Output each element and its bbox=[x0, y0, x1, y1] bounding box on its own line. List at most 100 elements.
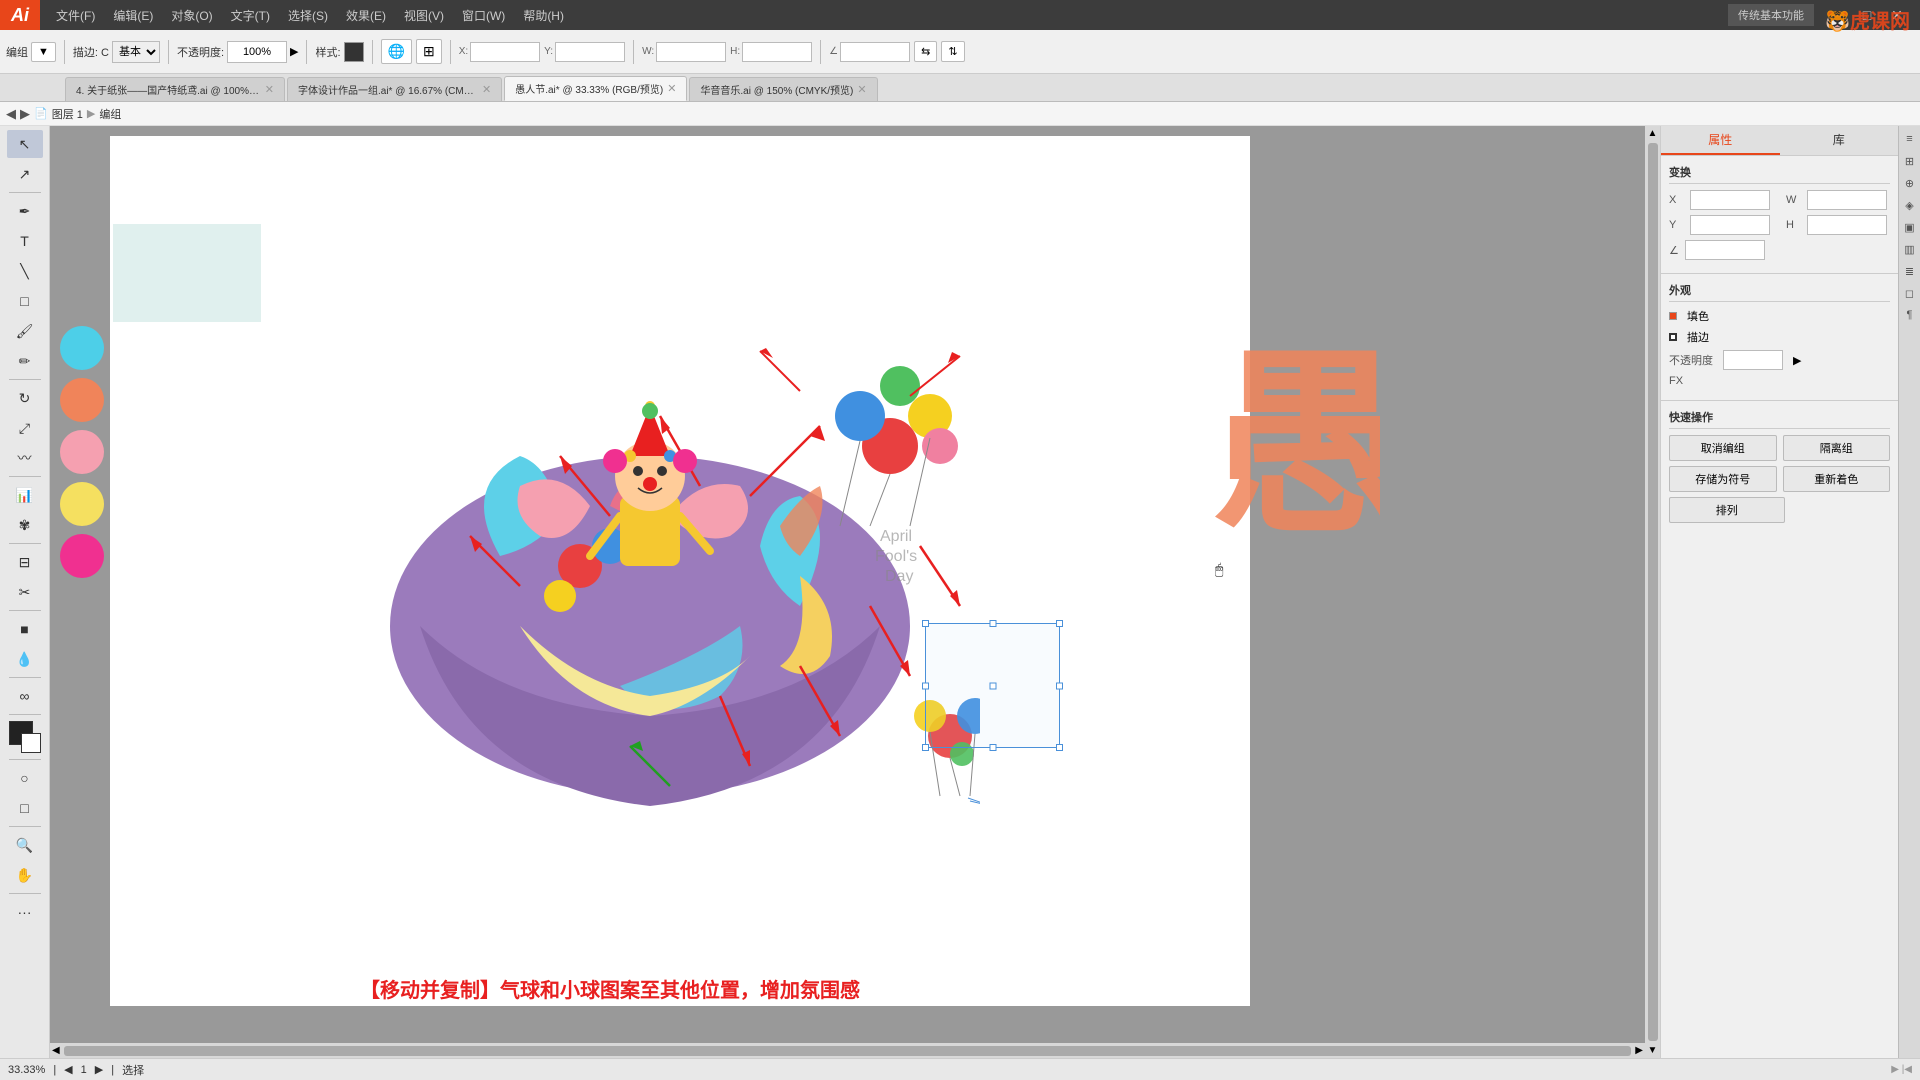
panel-icon-8[interactable]: ◻ bbox=[1901, 284, 1919, 302]
tab-4-close[interactable]: ✕ bbox=[857, 83, 866, 96]
opacity-expand-btn[interactable]: ▶ bbox=[1793, 354, 1801, 367]
tab-1-close[interactable]: ✕ bbox=[265, 83, 274, 96]
menu-edit[interactable]: 编辑(E) bbox=[105, 3, 161, 28]
recolor-btn[interactable]: 重新着色 bbox=[1783, 466, 1891, 492]
angle-group: ∠ 90.54 bbox=[829, 42, 910, 62]
angle-input[interactable]: 90.54 bbox=[840, 42, 910, 62]
menu-view[interactable]: 视图(V) bbox=[396, 3, 452, 28]
graph-tool[interactable]: 📊 bbox=[7, 481, 43, 509]
h-prop-input[interactable]: 126.797 bbox=[1807, 215, 1887, 235]
gradient-tool[interactable]: ■ bbox=[7, 615, 43, 643]
menu-object[interactable]: 对象(O) bbox=[163, 3, 220, 28]
select-tool[interactable]: ↖ bbox=[7, 130, 43, 158]
flip-h-btn[interactable]: ⇆ bbox=[914, 41, 937, 62]
save-symbol-btn[interactable]: 存储为符号 bbox=[1669, 466, 1777, 492]
tab-3-close[interactable]: ✕ bbox=[667, 82, 676, 95]
shape-tool[interactable]: □ bbox=[7, 287, 43, 315]
more-tools-btn[interactable]: ··· bbox=[7, 898, 43, 926]
zoom-tool[interactable]: 🔍 bbox=[7, 831, 43, 859]
y-prop-input[interactable]: 2570.815 bbox=[1690, 215, 1770, 235]
symbol-tool[interactable]: ✾ bbox=[7, 511, 43, 539]
scroll-left-btn[interactable]: ◀ bbox=[50, 1043, 62, 1058]
swatch-cyan[interactable] bbox=[60, 326, 104, 370]
h-scroll-thumb[interactable] bbox=[64, 1046, 1632, 1056]
tab-2[interactable]: 字体设计作品一组.ai* @ 16.67% (CMYK/预览) ✕ bbox=[287, 77, 502, 101]
h-scrollbar[interactable]: ◀ ▶ bbox=[50, 1043, 1645, 1058]
rotate-tool[interactable]: ↻ bbox=[7, 384, 43, 412]
w-input[interactable]: 177.748 bbox=[656, 42, 726, 62]
panel-icon-4[interactable]: ◈ bbox=[1901, 196, 1919, 214]
fill-swatch[interactable] bbox=[1669, 312, 1677, 320]
normal-mode-btn[interactable]: ○ bbox=[7, 764, 43, 792]
stroke-swatch[interactable] bbox=[1669, 333, 1677, 341]
menu-window[interactable]: 窗口(W) bbox=[454, 3, 513, 28]
swatch-orange[interactable] bbox=[60, 378, 104, 422]
panel-icon-6[interactable]: ▥ bbox=[1901, 240, 1919, 258]
tab-2-close[interactable]: ✕ bbox=[482, 83, 491, 96]
artboard-nav-prev[interactable]: ◀ bbox=[64, 1063, 72, 1076]
blend-tool[interactable]: ∞ bbox=[7, 682, 43, 710]
direct-select-tool[interactable]: ↗ bbox=[7, 160, 43, 188]
artboard-tool[interactable]: ⊟ bbox=[7, 548, 43, 576]
panel-icon-3[interactable]: ⊕ bbox=[1901, 174, 1919, 192]
ungroup-btn[interactable]: 取消编组 bbox=[1669, 435, 1777, 461]
w-prop-input[interactable]: 177.748 bbox=[1807, 190, 1887, 210]
nav-forward-btn[interactable]: ▶ bbox=[20, 106, 30, 122]
swatch-pink[interactable] bbox=[60, 430, 104, 474]
properties-tab[interactable]: 属性 bbox=[1661, 126, 1780, 155]
scale-tool[interactable]: ⤢ bbox=[7, 414, 43, 442]
globe-btn[interactable]: 🌐 bbox=[381, 39, 412, 64]
panel-icon-1[interactable]: ≡ bbox=[1901, 130, 1919, 148]
paintbrush-tool[interactable]: 🖌 bbox=[7, 317, 43, 345]
stroke-select[interactable]: 基本 bbox=[112, 41, 160, 63]
swatch-yellow[interactable] bbox=[60, 482, 104, 526]
artboard-nav-next[interactable]: ▶ bbox=[95, 1063, 103, 1076]
menu-select[interactable]: 选择(S) bbox=[280, 3, 336, 28]
menu-text[interactable]: 文字(T) bbox=[223, 3, 278, 28]
arrange-btn[interactable]: 排列 bbox=[1669, 497, 1785, 523]
x-prop-input[interactable]: 1999.42 bbox=[1690, 190, 1770, 210]
grid-btn[interactable]: ⊞ bbox=[416, 39, 442, 64]
zoom-level[interactable]: 33.33% bbox=[8, 1064, 45, 1076]
background-color[interactable] bbox=[21, 733, 41, 753]
pencil-tool[interactable]: ✏ bbox=[7, 347, 43, 375]
tab-1[interactable]: 4. 关于纸张——国产特纸鸢.ai @ 100% (CMYK/预览) ✕ bbox=[65, 77, 285, 101]
panel-icon-9[interactable]: ¶ bbox=[1901, 306, 1919, 324]
h-input[interactable]: 126.797 bbox=[742, 42, 812, 62]
isolate-btn[interactable]: 隔离组 bbox=[1783, 435, 1891, 461]
line-tool[interactable]: ╲ bbox=[7, 257, 43, 285]
tab-3[interactable]: 愚人节.ai* @ 33.33% (RGB/预览) ✕ bbox=[504, 76, 687, 101]
panel-icon-7[interactable]: ≣ bbox=[1901, 262, 1919, 280]
opacity-input[interactable] bbox=[227, 41, 287, 63]
scroll-down-btn[interactable]: ▼ bbox=[1646, 1043, 1660, 1058]
opacity-row-input[interactable]: 100% bbox=[1723, 350, 1783, 370]
scroll-right-btn[interactable]: ▶ bbox=[1633, 1043, 1645, 1058]
x-input[interactable]: 1999.42 bbox=[470, 42, 540, 62]
slice-tool[interactable]: ✂ bbox=[7, 578, 43, 606]
panel-icon-5[interactable]: ▣ bbox=[1901, 218, 1919, 236]
nav-back-btn[interactable]: ◀ bbox=[6, 106, 16, 122]
scroll-up-btn[interactable]: ▲ bbox=[1646, 126, 1660, 141]
hand-tool[interactable]: ✋ bbox=[7, 861, 43, 889]
select-btn[interactable]: ▼ bbox=[31, 42, 56, 62]
tab-4[interactable]: 华音音乐.ai @ 150% (CMYK/预览) ✕ bbox=[689, 77, 877, 101]
flip-v-btn[interactable]: ⇅ bbox=[941, 41, 964, 62]
y-input[interactable]: 2570.815 bbox=[555, 42, 625, 62]
menu-help[interactable]: 帮助(H) bbox=[515, 3, 572, 28]
menu-file[interactable]: 文件(F) bbox=[48, 3, 103, 28]
warp-tool[interactable]: 〰 bbox=[7, 444, 43, 472]
fx-row: FX bbox=[1669, 375, 1890, 387]
menu-effect[interactable]: 效果(E) bbox=[338, 3, 394, 28]
v-scrollbar[interactable]: ▲ ▼ bbox=[1645, 126, 1660, 1058]
type-tool[interactable]: T bbox=[7, 227, 43, 255]
scroll-thumb[interactable] bbox=[1648, 143, 1658, 1041]
eyedropper-tool[interactable]: 💧 bbox=[7, 645, 43, 673]
workspace-label[interactable]: 传统基本功能 bbox=[1728, 4, 1814, 26]
screen-mode-btn[interactable]: □ bbox=[7, 794, 43, 822]
pen-tool[interactable]: ✒ bbox=[7, 197, 43, 225]
library-tab[interactable]: 库 bbox=[1780, 126, 1899, 155]
panel-icon-2[interactable]: ⊞ bbox=[1901, 152, 1919, 170]
angle-prop-input[interactable]: 90.54 bbox=[1685, 240, 1765, 260]
quick-actions-header: 快速操作 bbox=[1669, 409, 1890, 429]
swatch-hotpink[interactable] bbox=[60, 534, 104, 578]
